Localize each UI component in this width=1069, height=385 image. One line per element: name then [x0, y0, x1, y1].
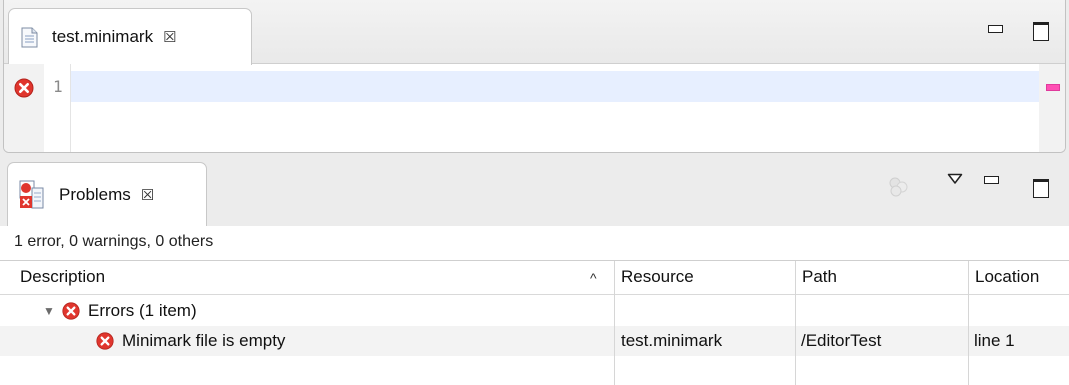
editor-tab-test-minimark[interactable]: test.minimark ☒	[8, 8, 252, 65]
error-icon	[62, 302, 80, 320]
error-marker-icon[interactable]	[14, 78, 34, 98]
problem-path: /EditorTest	[801, 331, 882, 350]
problems-table[interactable]: Description ^ Resource Path Location ▼ E…	[0, 260, 1069, 385]
eclipse-workbench: test.minimark ☒ 1 Problems ☒ 1 error, 0 …	[0, 0, 1069, 385]
vertical-ruler[interactable]	[4, 64, 44, 152]
column-header-resource[interactable]: Resource	[615, 261, 795, 295]
line-number: 1	[53, 77, 63, 96]
line-number-ruler: 1	[44, 64, 71, 152]
errors-group-label: Errors (1 item)	[88, 301, 197, 320]
problems-tab-label: Problems	[59, 184, 131, 204]
editor-body[interactable]: 1	[4, 64, 1065, 152]
problems-tab-bar: Problems ☒	[3, 160, 1066, 226]
editor-tab-close-icon[interactable]: ☒	[163, 28, 176, 46]
overview-error-mark[interactable]	[1046, 84, 1060, 91]
problems-maximize-icon[interactable]	[1031, 178, 1049, 198]
text-file-icon	[21, 27, 38, 47]
problems-summary: 1 error, 0 warnings, 0 others	[14, 233, 214, 250]
problems-table-header: Description ^ Resource Path Location	[0, 261, 1069, 295]
problems-minimize-icon[interactable]	[982, 173, 1000, 191]
problems-view-icon	[19, 180, 44, 208]
column-header-location[interactable]: Location	[969, 261, 1069, 295]
column-divider[interactable]	[614, 261, 615, 385]
overview-ruler[interactable]	[1039, 64, 1065, 152]
code-text-area[interactable]	[71, 64, 1039, 152]
sort-ascending-icon: ^	[590, 270, 597, 286]
problem-description: Minimark file is empty	[122, 331, 286, 350]
editor-minimize-icon[interactable]	[986, 22, 1004, 40]
errors-group-row[interactable]: ▼ Errors (1 item)	[0, 296, 1069, 326]
problems-tab-close-icon[interactable]: ☒	[141, 186, 154, 204]
editor-tab-label: test.minimark	[52, 27, 154, 46]
expand-collapse-icon[interactable]: ▼	[43, 296, 55, 326]
column-header-path[interactable]: Path	[796, 261, 968, 295]
table-row[interactable]: Minimark file is empty test.minimark /Ed…	[0, 326, 1069, 356]
problem-location: line 1	[974, 331, 1015, 350]
editor-tab-bar: test.minimark ☒	[4, 0, 1065, 65]
editor-maximize-icon[interactable]	[1031, 21, 1049, 41]
column-divider[interactable]	[968, 261, 969, 385]
error-icon	[96, 332, 114, 350]
problems-view: 1 error, 0 warnings, 0 others Descriptio…	[0, 226, 1069, 385]
column-header-description[interactable]: Description	[14, 261, 614, 295]
problem-resource: test.minimark	[621, 331, 723, 350]
tab-problems[interactable]: Problems ☒	[7, 162, 207, 226]
editor-part: test.minimark ☒ 1	[3, 0, 1066, 153]
column-divider[interactable]	[795, 261, 796, 385]
configure-contents-icon[interactable]	[887, 176, 911, 198]
current-line-highlight	[71, 71, 1039, 102]
view-menu-icon[interactable]	[947, 173, 963, 185]
